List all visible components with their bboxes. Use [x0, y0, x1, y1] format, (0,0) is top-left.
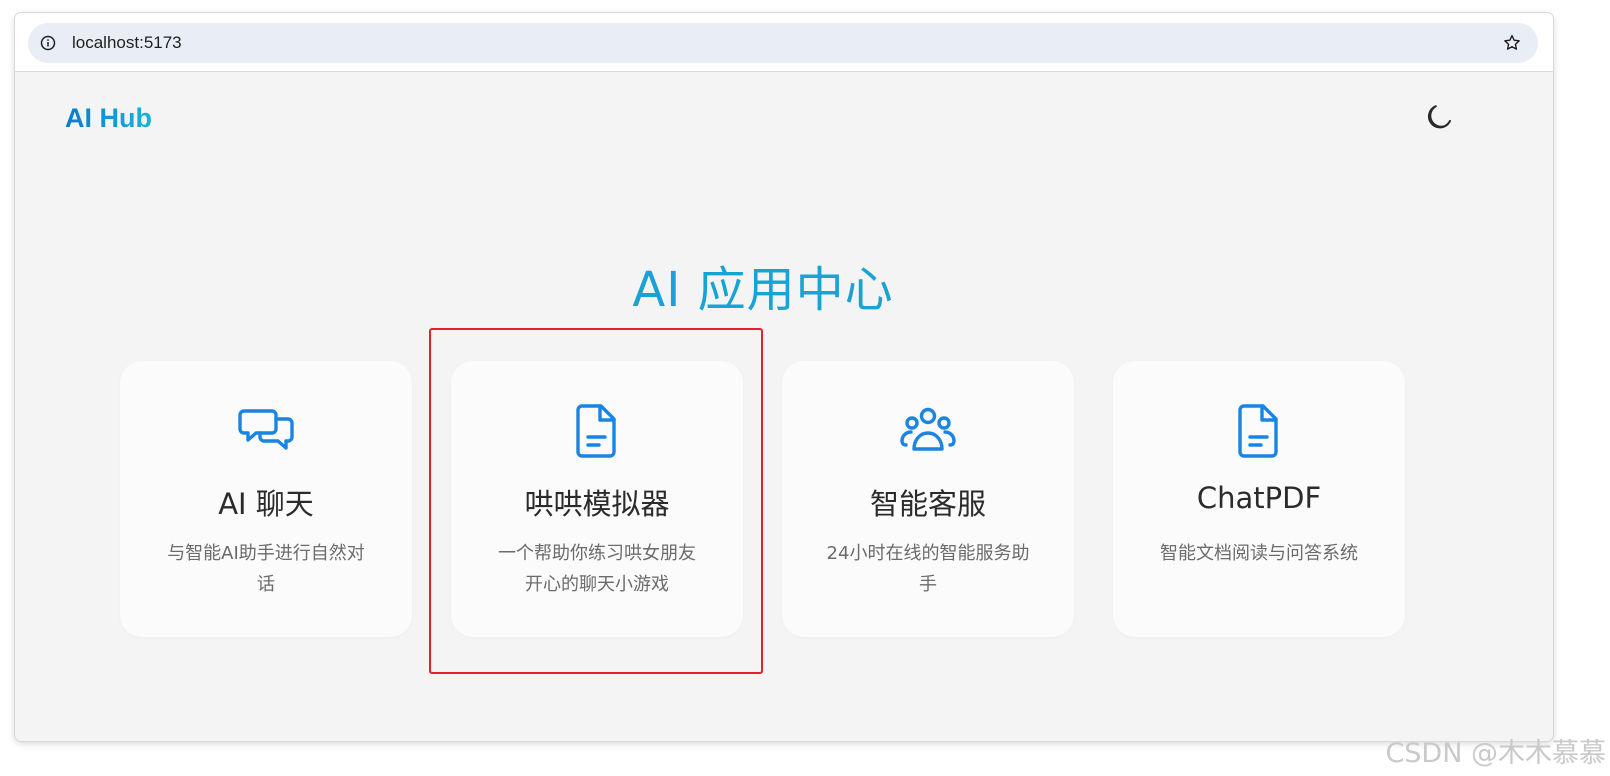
star-icon[interactable]	[1502, 33, 1522, 53]
document-icon	[1238, 404, 1278, 458]
browser-window: localhost:5173 AI Hub AI 应用中心 AI 聊天 与智能A…	[15, 13, 1553, 741]
card-chatpdf[interactable]: ChatPDF 智能文档阅读与问答系统	[1113, 361, 1405, 637]
card-description: 24小时在线的智能服务助手	[826, 543, 1030, 595]
app-logo[interactable]: AI Hub	[65, 103, 152, 134]
address-bar[interactable]: localhost:5173	[28, 23, 1538, 63]
card-description: 一个帮助你练习哄女朋友开心的聊天小游戏	[498, 543, 696, 595]
moon-icon[interactable]	[1423, 101, 1455, 133]
card-title: AI 聊天	[218, 487, 314, 521]
info-icon[interactable]	[40, 35, 56, 51]
card-description: 与智能AI助手进行自然对话	[167, 543, 365, 595]
chat-bubbles-icon	[238, 409, 294, 450]
users-group-icon	[900, 407, 956, 451]
card-description: 智能文档阅读与问答系统	[1160, 543, 1358, 564]
url-text[interactable]: localhost:5173	[72, 33, 182, 53]
card-title: 哄哄模拟器	[524, 487, 670, 521]
document-icon	[576, 404, 616, 458]
card-ai-chat[interactable]: AI 聊天 与智能AI助手进行自然对话	[120, 361, 412, 637]
card-title: 智能客服	[869, 487, 986, 521]
card-title: ChatPDF	[1196, 481, 1322, 515]
card-smart-service[interactable]: 智能客服 24小时在线的智能服务助手	[782, 361, 1074, 637]
page-title: AI 应用中心	[632, 262, 894, 319]
watermark: CSDN @木木慕慕	[1385, 738, 1606, 769]
card-honghong-simulator[interactable]: 哄哄模拟器 一个帮助你练习哄女朋友开心的聊天小游戏	[451, 361, 743, 637]
browser-toolbar: localhost:5173	[15, 13, 1553, 72]
